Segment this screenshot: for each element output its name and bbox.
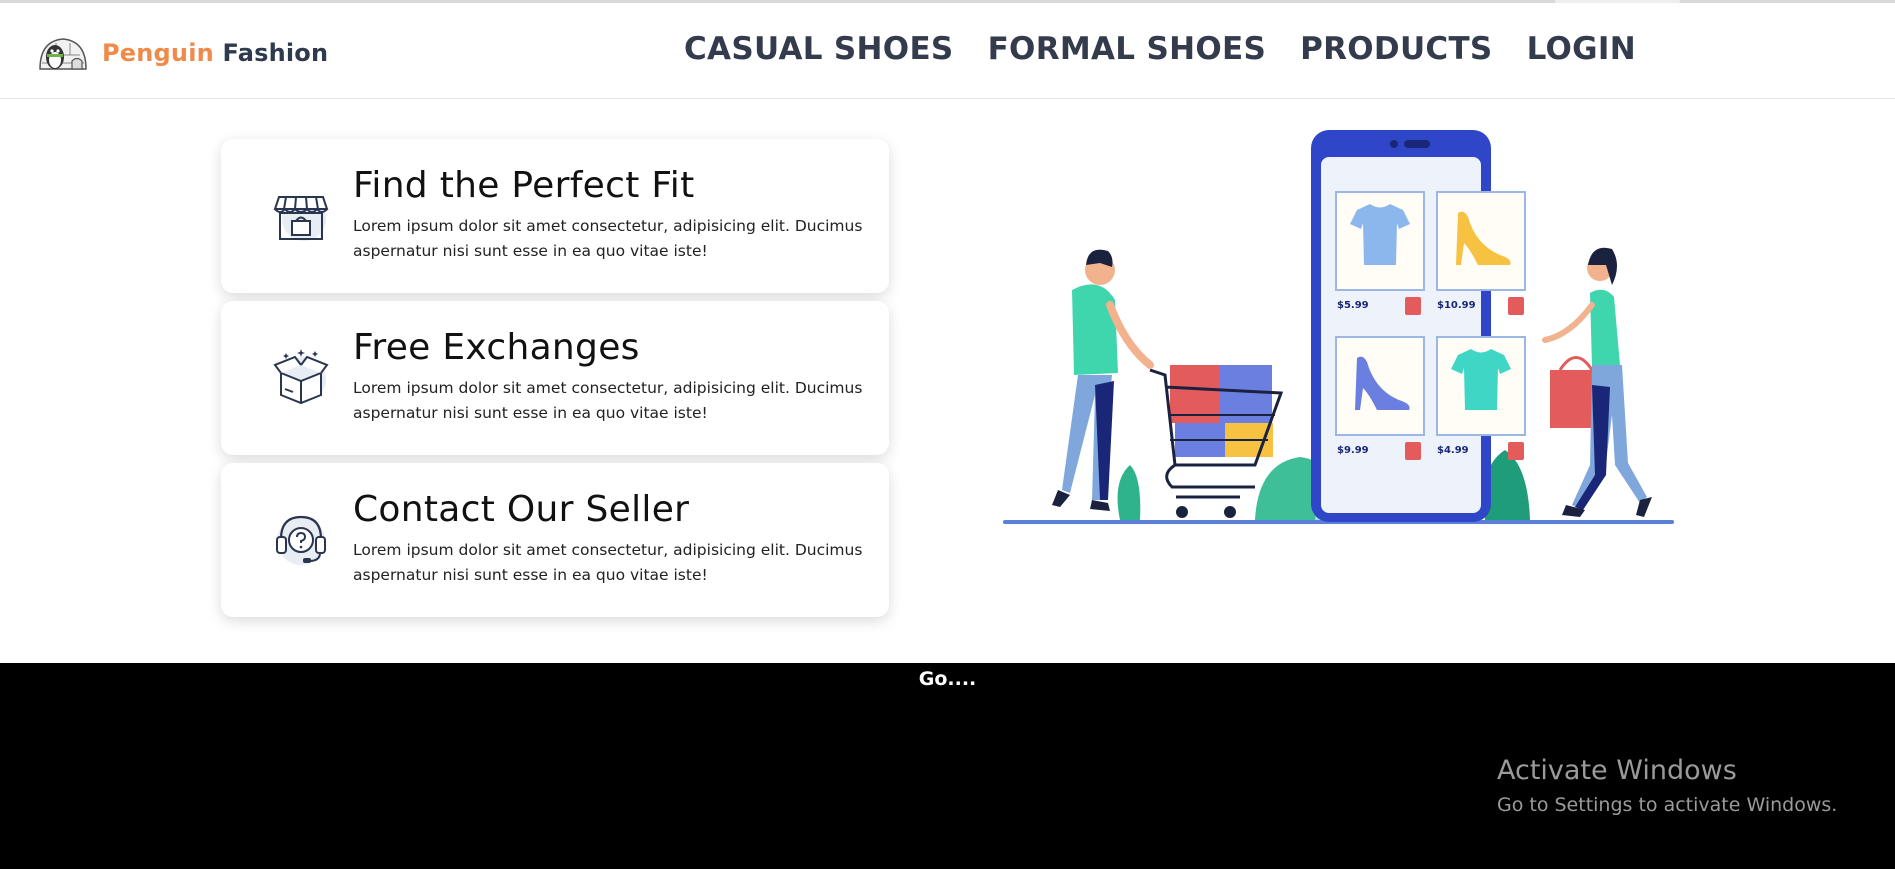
headset-support-icon	[276, 515, 326, 565]
price-label: $5.99	[1337, 300, 1369, 311]
footer: Go.... Activate Windows Go to Settings t…	[0, 663, 1895, 869]
brand-logo-link[interactable]: Penguin Fashion	[36, 30, 328, 76]
nav-formal-shoes[interactable]: FORMAL SHOES	[988, 31, 1267, 67]
shopping-illustration: $5.99 $10.99 $9.99 $4.99	[1003, 130, 1674, 524]
shop-icon	[273, 196, 329, 241]
feature-text: Lorem ipsum dolor sit amet consectetur, …	[353, 217, 863, 260]
feature-text: Lorem ipsum dolor sit amet consectetur, …	[353, 379, 863, 422]
brand-name-part1: Penguin	[102, 39, 214, 67]
activate-windows-title: Activate Windows	[1497, 755, 1737, 786]
price-label: $4.99	[1437, 445, 1469, 456]
nav-login[interactable]: LOGIN	[1527, 31, 1636, 67]
activate-windows-subtitle: Go to Settings to activate Windows.	[1497, 794, 1838, 816]
penguin-igloo-logo-icon	[39, 38, 87, 70]
open-box-icon	[273, 349, 329, 405]
feature-title: Contact Our Seller	[353, 489, 690, 530]
price-label: $9.99	[1337, 445, 1369, 456]
feature-card-free-exchanges: Free Exchanges Lorem ipsum dolor sit ame…	[221, 301, 889, 455]
price-label: $10.99	[1437, 300, 1476, 311]
main-nav: CASUAL SHOES FORMAL SHOES PRODUCTS LOGIN	[684, 31, 1636, 67]
brand-name-part2: Fashion	[222, 39, 329, 67]
nav-products[interactable]: PRODUCTS	[1300, 31, 1492, 67]
site-header: Penguin Fashion CASUAL SHOES FORMAL SHOE…	[0, 3, 1895, 99]
brand-name: Penguin Fashion	[102, 39, 328, 67]
feature-card-perfect-fit: Find the Perfect Fit Lorem ipsum dolor s…	[221, 139, 889, 293]
feature-text: Lorem ipsum dolor sit amet consectetur, …	[353, 541, 863, 584]
nav-casual-shoes[interactable]: CASUAL SHOES	[684, 31, 954, 67]
page-scrollbar[interactable]	[1880, 99, 1895, 663]
feature-card-contact-seller: Contact Our Seller Lorem ipsum dolor sit…	[221, 463, 889, 617]
feature-title: Free Exchanges	[353, 327, 640, 368]
footer-text: Go....	[918, 668, 977, 690]
feature-title: Find the Perfect Fit	[353, 165, 695, 206]
